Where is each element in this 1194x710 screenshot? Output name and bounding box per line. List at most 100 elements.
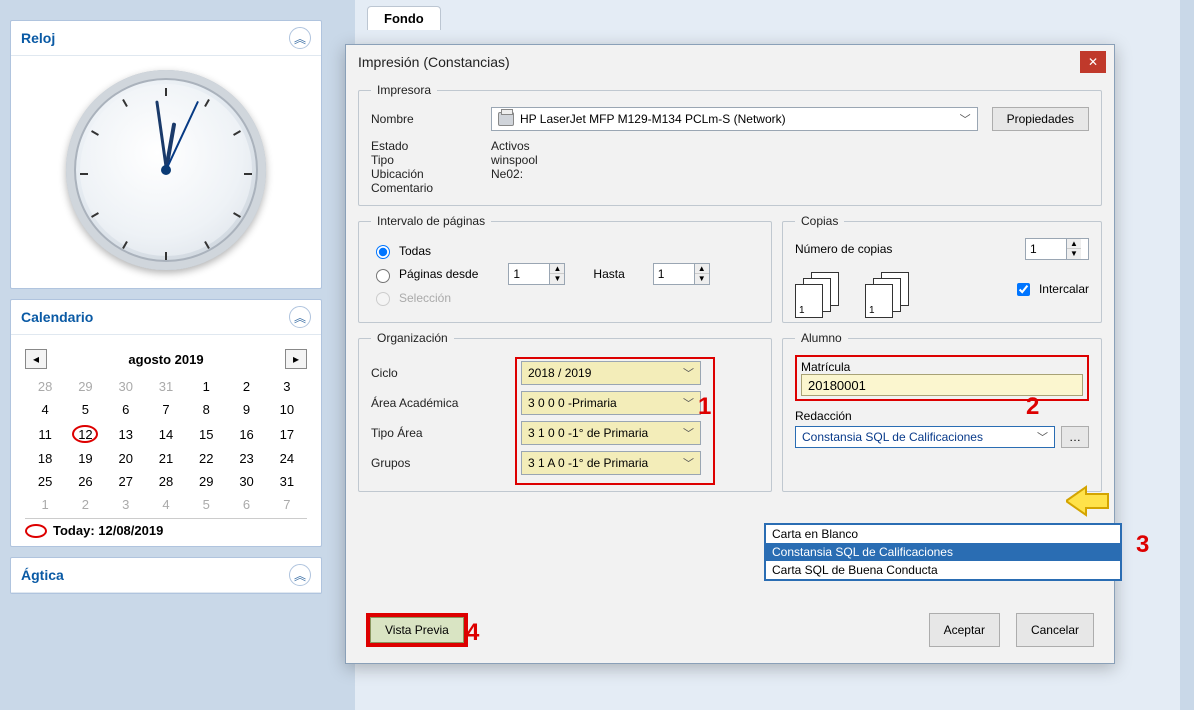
redaccion-option[interactable]: Carta SQL de Buena Conducta bbox=[766, 561, 1120, 579]
callout-1: 1 bbox=[698, 393, 711, 421]
cal-day[interactable]: 29 bbox=[186, 470, 226, 493]
grupos-label: Grupos bbox=[371, 456, 521, 470]
tipoarea-label: Tipo Área bbox=[371, 426, 521, 440]
cal-prev-button[interactable]: ◂ bbox=[25, 349, 47, 369]
cal-day[interactable]: 27 bbox=[106, 470, 146, 493]
cal-day[interactable]: 10 bbox=[267, 398, 307, 421]
paginas-desde-label: Páginas desde bbox=[399, 267, 478, 281]
impresora-group: Impresora Nombre HP LaserJet MFP M129-M1… bbox=[358, 83, 1102, 206]
cal-day[interactable]: 22 bbox=[186, 447, 226, 470]
tab-fondo[interactable]: Fondo bbox=[367, 6, 441, 30]
cal-day[interactable]: 6 bbox=[226, 493, 266, 516]
redaccion-dropdown[interactable]: Carta en BlancoConstansia SQL de Calific… bbox=[764, 523, 1122, 581]
chevron-down-icon: ﹀ bbox=[960, 111, 971, 127]
cal-day[interactable]: 7 bbox=[146, 398, 186, 421]
cal-day[interactable]: 18 bbox=[25, 447, 65, 470]
ciclo-select[interactable]: 2018 / 2019﹀ bbox=[521, 361, 701, 385]
grupos-select[interactable]: 3 1 A 0 -1° de Primaria﹀ bbox=[521, 451, 701, 475]
cal-month-label: agosto 2019 bbox=[128, 352, 203, 367]
tipoarea-select[interactable]: 3 1 0 0 -1° de Primaria﹀ bbox=[521, 421, 701, 445]
paginas-radio[interactable] bbox=[376, 269, 390, 283]
cal-day[interactable]: 1 bbox=[25, 493, 65, 516]
agtica-title: Ágtica bbox=[21, 567, 64, 583]
hasta-spinner[interactable]: ▲▼ bbox=[653, 263, 710, 285]
cal-next-button[interactable]: ▸ bbox=[285, 349, 307, 369]
cal-day[interactable]: 30 bbox=[106, 375, 146, 398]
matricula-input[interactable] bbox=[801, 374, 1083, 396]
redaccion-label: Redacción bbox=[795, 409, 1089, 423]
redaccion-option[interactable]: Carta en Blanco bbox=[766, 525, 1120, 543]
copias-group: Copias Número de copias ▲▼ 321 321 Inter… bbox=[782, 214, 1102, 323]
cal-day[interactable]: 16 bbox=[226, 421, 266, 447]
calendario-title: Calendario bbox=[21, 309, 93, 325]
cal-day[interactable]: 6 bbox=[106, 398, 146, 421]
cal-day[interactable]: 28 bbox=[146, 470, 186, 493]
cal-day[interactable]: 19 bbox=[65, 447, 105, 470]
cal-day[interactable]: 23 bbox=[226, 447, 266, 470]
tipo-label: Tipo bbox=[371, 153, 491, 167]
today-ring-icon bbox=[25, 524, 47, 538]
area-select[interactable]: 3 0 0 0 -Primaria﹀ bbox=[521, 391, 701, 415]
chevron-down-icon: ﹀ bbox=[1037, 429, 1048, 445]
impresora-legend: Impresora bbox=[371, 83, 437, 97]
printer-icon bbox=[498, 112, 514, 126]
callout-3: 3 bbox=[1136, 531, 1149, 559]
cal-day[interactable]: 29 bbox=[65, 375, 105, 398]
numcopias-spinner[interactable]: ▲▼ bbox=[1025, 238, 1089, 260]
cancelar-button[interactable]: Cancelar bbox=[1016, 613, 1094, 647]
cal-day[interactable]: 4 bbox=[25, 398, 65, 421]
calendario-collapse-icon[interactable]: ︽ bbox=[289, 306, 311, 328]
cal-day[interactable]: 11 bbox=[25, 421, 65, 447]
agtica-collapse-icon[interactable]: ︽ bbox=[289, 564, 311, 586]
cal-day[interactable]: 15 bbox=[186, 421, 226, 447]
cal-day[interactable]: 2 bbox=[226, 375, 266, 398]
ciclo-label: Ciclo bbox=[371, 366, 521, 380]
cal-day[interactable]: 28 bbox=[25, 375, 65, 398]
cal-day[interactable]: 31 bbox=[267, 470, 307, 493]
cal-day[interactable]: 3 bbox=[267, 375, 307, 398]
cal-day[interactable]: 13 bbox=[106, 421, 146, 447]
vista-previa-button[interactable]: Vista Previa bbox=[370, 617, 464, 643]
aceptar-button[interactable]: Aceptar bbox=[929, 613, 1000, 647]
cal-day[interactable]: 8 bbox=[186, 398, 226, 421]
cal-day[interactable]: 5 bbox=[65, 398, 105, 421]
cal-day[interactable]: 21 bbox=[146, 447, 186, 470]
cal-day[interactable]: 25 bbox=[25, 470, 65, 493]
cal-day[interactable]: 1 bbox=[186, 375, 226, 398]
cal-day[interactable]: 2 bbox=[65, 493, 105, 516]
intervalo-legend: Intervalo de páginas bbox=[371, 214, 491, 228]
agtica-panel: Ágtica ︽ bbox=[10, 557, 322, 594]
estado-label: Estado bbox=[371, 139, 491, 153]
propiedades-button[interactable]: Propiedades bbox=[992, 107, 1089, 131]
redaccion-option[interactable]: Constansia SQL de Calificaciones bbox=[766, 543, 1120, 561]
desde-spinner[interactable]: ▲▼ bbox=[508, 263, 565, 285]
reloj-panel: Reloj ︽ bbox=[10, 20, 322, 289]
reloj-collapse-icon[interactable]: ︽ bbox=[289, 27, 311, 49]
cal-day[interactable]: 5 bbox=[186, 493, 226, 516]
printer-select[interactable]: HP LaserJet MFP M129-M134 PCLm-S (Networ… bbox=[491, 107, 978, 131]
seleccion-radio bbox=[376, 292, 390, 306]
cal-day[interactable]: 17 bbox=[267, 421, 307, 447]
cal-day[interactable]: 20 bbox=[106, 447, 146, 470]
cal-day[interactable]: 26 bbox=[65, 470, 105, 493]
cal-day[interactable]: 12 bbox=[65, 421, 105, 447]
organizacion-legend: Organización bbox=[371, 331, 454, 345]
todas-radio[interactable] bbox=[376, 245, 390, 259]
close-icon[interactable]: ✕ bbox=[1080, 51, 1106, 73]
calendar-grid[interactable]: 2829303112345678910111213141516171819202… bbox=[25, 375, 307, 516]
cal-day[interactable]: 24 bbox=[267, 447, 307, 470]
cal-day[interactable]: 31 bbox=[146, 375, 186, 398]
cal-day[interactable]: 4 bbox=[146, 493, 186, 516]
intercalar-checkbox[interactable]: Intercalar bbox=[1013, 280, 1089, 299]
todas-label: Todas bbox=[399, 244, 431, 258]
cal-day[interactable]: 7 bbox=[267, 493, 307, 516]
redaccion-select[interactable]: Constansia SQL de Calificaciones﹀ bbox=[795, 426, 1055, 448]
cal-day[interactable]: 14 bbox=[146, 421, 186, 447]
reloj-title: Reloj bbox=[21, 30, 55, 46]
cal-day[interactable]: 9 bbox=[226, 398, 266, 421]
cal-day[interactable]: 3 bbox=[106, 493, 146, 516]
redaccion-browse-button[interactable]: … bbox=[1061, 426, 1089, 448]
area-label: Área Académica bbox=[371, 396, 521, 410]
estado-value: Activos bbox=[491, 139, 530, 153]
cal-day[interactable]: 30 bbox=[226, 470, 266, 493]
